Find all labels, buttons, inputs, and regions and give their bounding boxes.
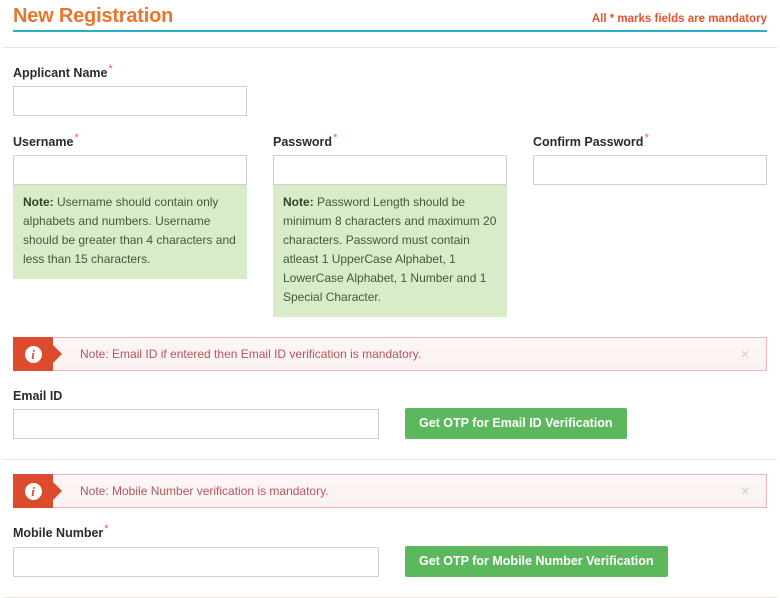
email-alert: i Note: Email ID if entered then Email I…: [13, 337, 767, 372]
email-alert-text: Note: Email ID if entered then Email ID …: [80, 347, 422, 362]
mobile-field-group: Mobile Number*: [13, 522, 379, 577]
mobile-alert-text: Note: Mobile Number verification is mand…: [80, 484, 329, 499]
email-label-text: Email ID: [13, 389, 63, 404]
applicant-name-input[interactable]: [13, 86, 247, 117]
password-note: Note: Password Length should be minimum …: [273, 185, 507, 318]
page-title: New Registration: [13, 5, 174, 27]
header-accent-rule: [13, 30, 767, 32]
close-icon[interactable]: ×: [724, 338, 766, 370]
info-icon-glyph: i: [24, 345, 42, 363]
password-label: Password*: [273, 131, 507, 150]
username-field-group: Username* Note: Username should contain …: [13, 131, 247, 280]
required-asterisk: *: [108, 63, 113, 75]
username-input[interactable]: [13, 155, 247, 186]
get-otp-email-button[interactable]: Get OTP for Email ID Verification: [405, 408, 627, 440]
registration-form: Applicant Name* Username* Note: Username…: [0, 48, 780, 318]
applicant-name-label: Applicant Name*: [13, 62, 247, 81]
mobile-number-label: Mobile Number*: [13, 522, 379, 541]
mobile-alert: i Note: Mobile Number verification is ma…: [13, 474, 767, 509]
mobile-alert-wrap: i Note: Mobile Number verification is ma…: [0, 474, 780, 509]
email-field-group: Email ID: [13, 385, 379, 440]
page-header: New Registration All * marks fields are …: [0, 0, 780, 47]
applicant-name-field-group: Applicant Name*: [13, 62, 247, 117]
mobile-number-label-text: Mobile Number: [13, 526, 104, 541]
required-asterisk: *: [74, 132, 79, 145]
username-label: Username*: [13, 131, 247, 150]
header-row: New Registration All * marks fields are …: [13, 4, 767, 32]
applicant-name-row: Applicant Name*: [13, 48, 767, 117]
email-row: Email ID Get OTP for Email ID Verificati…: [0, 385, 780, 440]
password-note-text: Password Length should be minimum 8 char…: [283, 195, 497, 305]
required-asterisk: *: [644, 132, 649, 145]
email-alert-wrap: i Note: Email ID if entered then Email I…: [0, 337, 780, 372]
info-icon: i: [13, 474, 53, 509]
required-asterisk: *: [104, 523, 109, 536]
mobile-number-input[interactable]: [13, 546, 379, 577]
password-input[interactable]: [273, 155, 507, 186]
username-note: Note: Username should contain only alpha…: [13, 185, 247, 280]
password-note-prefix: Note:: [283, 195, 314, 210]
confirm-password-field-group: Confirm Password*: [533, 131, 767, 186]
email-label: Email ID: [13, 385, 379, 404]
required-asterisk: *: [333, 132, 338, 145]
email-input[interactable]: [13, 409, 379, 440]
info-icon-glyph: i: [24, 482, 42, 500]
confirm-password-input[interactable]: [533, 155, 767, 186]
confirm-password-label: Confirm Password*: [533, 131, 767, 150]
username-label-text: Username: [13, 135, 74, 150]
close-icon[interactable]: ×: [724, 475, 766, 507]
get-otp-mobile-button[interactable]: Get OTP for Mobile Number Verification: [405, 545, 668, 577]
confirm-password-label-text: Confirm Password: [533, 135, 644, 150]
username-note-prefix: Note:: [23, 195, 54, 210]
credentials-row: Username* Note: Username should contain …: [13, 116, 767, 318]
info-icon: i: [13, 337, 53, 372]
username-note-text: Username should contain only alphabets a…: [23, 195, 236, 267]
mandatory-fields-note: All * marks fields are mandatory: [591, 13, 767, 25]
mobile-row: Mobile Number* Get OTP for Mobile Number…: [0, 522, 780, 577]
password-field-group: Password* Note: Password Length should b…: [273, 131, 507, 318]
applicant-name-label-text: Applicant Name: [13, 66, 108, 81]
password-label-text: Password: [273, 135, 333, 150]
